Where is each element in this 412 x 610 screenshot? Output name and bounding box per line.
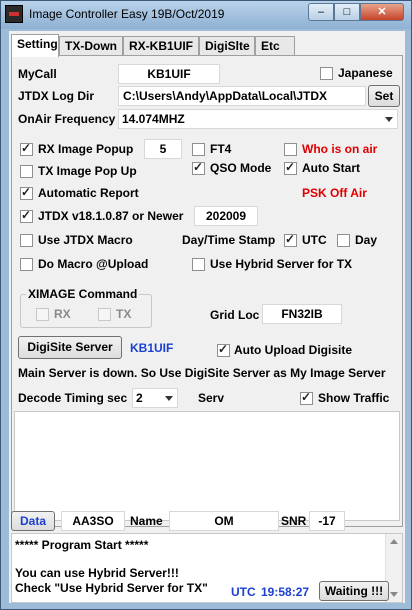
- chevron-down-icon: [165, 396, 173, 401]
- tab-digisite[interactable]: DigiSlte: [199, 36, 255, 56]
- minimize-button[interactable]: –: [308, 3, 334, 21]
- ft4-label: FT4: [210, 142, 232, 156]
- name-label: Name: [130, 514, 163, 528]
- day-label: Day: [355, 233, 378, 247]
- day-time-stamp-label: Day/Time Stamp: [182, 233, 276, 247]
- jtdx-version-label: JTDX v18.1.0.87 or Newer: [38, 209, 184, 223]
- do-macro-upload-checkbox[interactable]: [20, 258, 33, 271]
- log-line-3: Check "Use Hybrid Server for TX": [15, 581, 208, 595]
- grid-loc-label: Grid Loc: [210, 308, 260, 322]
- maximize-button[interactable]: □: [334, 3, 360, 21]
- window-title: Image Controller Easy 19B/Oct/2019: [29, 7, 225, 21]
- log-line-2: You can use Hybrid Server!!!: [15, 566, 179, 580]
- title-bar[interactable]: Image Controller Easy 19B/Oct/2019 – □ ✕: [1, 1, 411, 29]
- scroll-down-icon[interactable]: [390, 592, 398, 597]
- name-field[interactable]: OM: [169, 511, 279, 531]
- japanese-label: Japanese: [338, 66, 393, 80]
- close-button[interactable]: ✕: [360, 3, 404, 21]
- chevron-down-icon: [385, 117, 393, 122]
- show-traffic-checkbox[interactable]: [300, 390, 313, 405]
- data-button[interactable]: Data: [11, 511, 55, 531]
- utc-clock-label: UTC: [231, 585, 256, 599]
- app-window: Image Controller Easy 19B/Oct/2019 – □ ✕…: [0, 0, 412, 610]
- tab-rx-kb1uif[interactable]: RX-KB1UIF: [123, 36, 199, 56]
- auto-start-checkbox[interactable]: [284, 160, 297, 175]
- traffic-textarea[interactable]: [14, 411, 400, 521]
- ximage-command-label: XIMAGE Command: [26, 287, 140, 301]
- use-hybrid-server-checkbox[interactable]: [192, 258, 205, 271]
- digisite-server-button[interactable]: DigiSite Server: [18, 336, 122, 359]
- rx-image-popup-checkbox[interactable]: [20, 141, 33, 156]
- decode-timing-label: Decode Timing sec: [18, 391, 128, 405]
- log-line-1: ***** Program Start *****: [15, 538, 149, 552]
- call-field[interactable]: AA3SO: [61, 511, 125, 531]
- set-button[interactable]: Set: [368, 85, 400, 107]
- snr-label: SNR: [281, 514, 307, 528]
- scroll-up-icon[interactable]: [390, 539, 398, 544]
- do-macro-upload-label: Do Macro @Upload: [38, 257, 149, 271]
- automatic-report-checkbox[interactable]: [20, 185, 33, 200]
- grid-loc-field[interactable]: FN32IB: [262, 304, 342, 324]
- onair-frequency-dropdown[interactable]: 14.074MHZ: [118, 109, 398, 129]
- use-jtdx-macro-label: Use JTDX Macro: [38, 233, 133, 247]
- qso-mode-label: QSO Mode: [210, 161, 272, 175]
- tab-setting[interactable]: Setting: [11, 34, 59, 57]
- psk-off-air-label: PSK Off Air: [302, 186, 367, 200]
- jtdx-log-dir-field[interactable]: C:\Users\Andy\AppData\Local\JTDX: [118, 86, 366, 106]
- use-jtdx-macro-checkbox[interactable]: [20, 234, 33, 247]
- ft4-checkbox[interactable]: [192, 143, 205, 156]
- snr-field[interactable]: -17: [309, 511, 345, 531]
- mycall-field[interactable]: KB1UIF: [118, 64, 220, 84]
- mycall-label: MyCall: [18, 67, 57, 81]
- server-message: Main Server is down. So Use DigiSite Ser…: [18, 366, 386, 380]
- ximage-tx-label: TX: [116, 307, 132, 321]
- onair-frequency-value: 14.074MHZ: [122, 112, 185, 126]
- setting-panel: MyCall KB1UIF Japanese JTDX Log Dir C:\U…: [11, 55, 403, 527]
- ximage-rx-checkbox[interactable]: [36, 308, 49, 321]
- who-is-on-air-label: Who is on air: [302, 142, 378, 156]
- auto-upload-digisite-label: Auto Upload Digisite: [234, 343, 352, 357]
- ximage-tx-checkbox[interactable]: [98, 308, 111, 321]
- tab-etc[interactable]: Etc: [255, 36, 295, 56]
- waiting-button[interactable]: Waiting !!!: [319, 581, 389, 601]
- utc-checkbox[interactable]: [284, 232, 297, 247]
- jtdx-log-dir-label: JTDX Log Dir: [18, 89, 95, 103]
- serv-label: Serv: [198, 391, 225, 405]
- onair-frequency-label: OnAir Frequency: [18, 112, 116, 126]
- jtdx-version-field[interactable]: 202009: [194, 206, 258, 226]
- automatic-report-label: Automatic Report: [38, 186, 139, 200]
- auto-start-label: Auto Start: [302, 161, 360, 175]
- digisite-call-label: KB1UIF: [130, 341, 174, 355]
- client-area: Setting TX-Down RX-KB1UIF DigiSlte Etc M…: [9, 31, 405, 603]
- ximage-rx-label: RX: [54, 307, 71, 321]
- auto-upload-digisite-checkbox[interactable]: [217, 342, 230, 357]
- use-hybrid-server-label: Use Hybrid Server for TX: [210, 257, 353, 271]
- rx-image-popup-field[interactable]: 5: [144, 139, 182, 159]
- utc-clock-time: 19:58:27: [261, 585, 310, 599]
- utc-label: UTC: [302, 233, 327, 247]
- qso-mode-checkbox[interactable]: [192, 160, 205, 175]
- tx-image-popup-label: TX Image Pop Up: [38, 164, 137, 178]
- decode-timing-dropdown[interactable]: 2: [132, 388, 178, 408]
- decode-timing-value: 2: [136, 391, 143, 405]
- who-is-on-air-checkbox[interactable]: [284, 143, 297, 156]
- show-traffic-label: Show Traffic: [318, 391, 390, 405]
- tx-image-popup-checkbox[interactable]: [20, 165, 33, 178]
- app-icon: [5, 5, 23, 23]
- japanese-checkbox[interactable]: [320, 67, 333, 80]
- tab-tx-down[interactable]: TX-Down: [59, 36, 123, 56]
- day-checkbox[interactable]: [337, 234, 350, 247]
- jtdx-version-checkbox[interactable]: [20, 208, 33, 223]
- rx-image-popup-label: RX Image Popup: [38, 142, 134, 156]
